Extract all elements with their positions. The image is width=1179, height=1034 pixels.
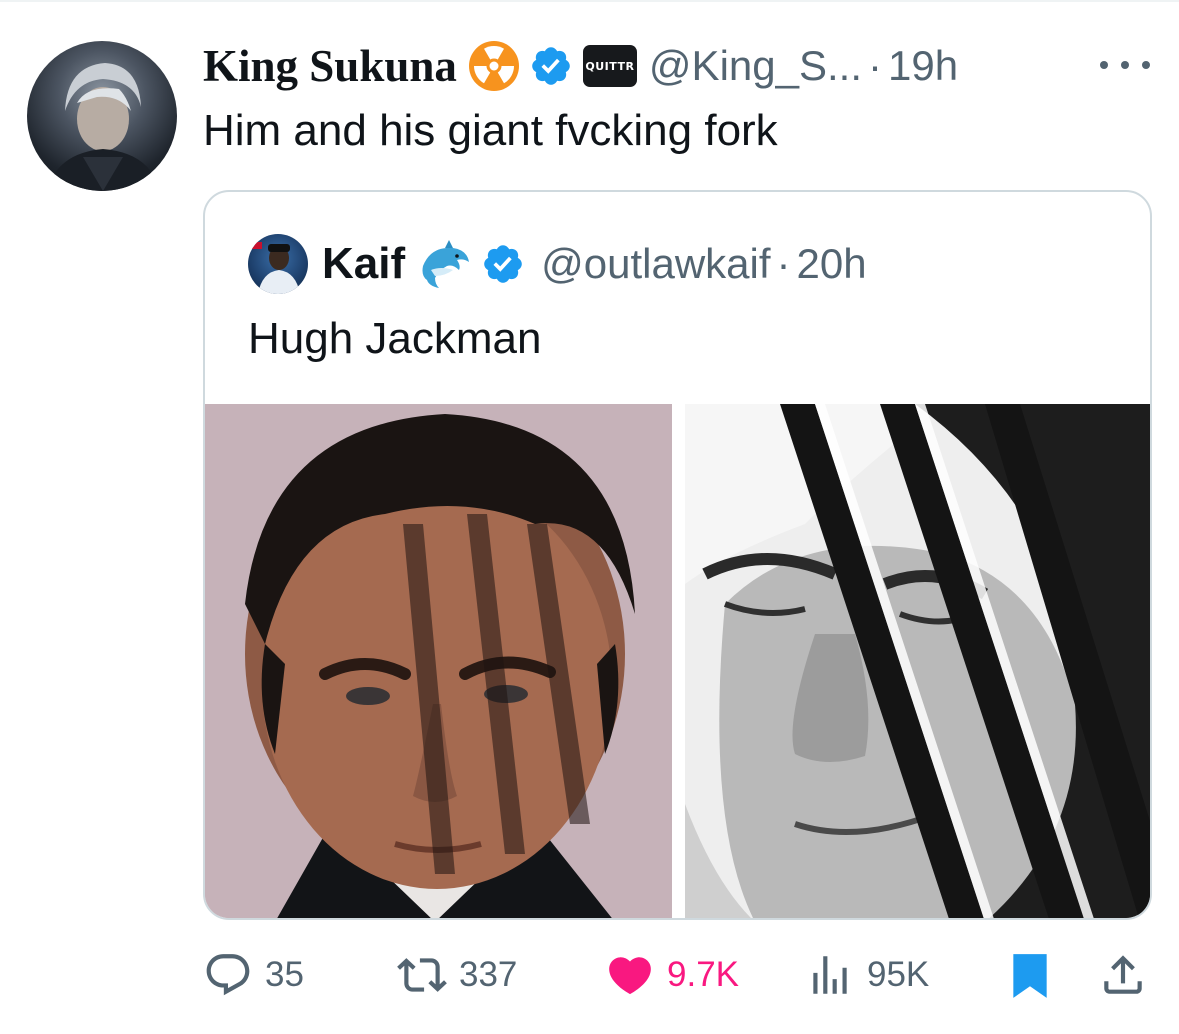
reply-count: 35 (265, 955, 304, 994)
bookmark-icon (1013, 954, 1047, 998)
views-icon (813, 956, 847, 994)
quoted-tweet[interactable]: Kaif @outlawkaif · 20h Hugh Jackman (203, 190, 1152, 920)
quoted-timestamp[interactable]: 20h (797, 240, 867, 288)
author-handle[interactable]: @King_S... (649, 42, 862, 90)
share-icon (1104, 955, 1142, 994)
reply-button[interactable]: 35 (203, 945, 304, 1005)
more-options-icon[interactable] (1100, 55, 1150, 75)
dolphin-icon (422, 240, 470, 288)
verified-badge-icon (532, 47, 570, 85)
views-count: 95K (867, 955, 930, 994)
author-avatar[interactable] (27, 41, 177, 191)
affiliate-badge[interactable]: QUITTR (582, 45, 637, 87)
separator: · (776, 240, 791, 287)
action-bar: 35 337 9.7K 95K (0, 945, 1179, 1005)
quoted-author-avatar[interactable] (248, 234, 308, 294)
quoted-author-name[interactable]: Kaif (322, 239, 405, 289)
quoted-tweet-text: Hugh Jackman (248, 314, 542, 363)
verified-badge-icon (484, 245, 522, 283)
timestamp[interactable]: 19h (888, 42, 958, 90)
like-button[interactable]: 9.7K (605, 945, 739, 1005)
reply-icon (206, 954, 250, 996)
top-divider (0, 0, 1179, 2)
author-name[interactable]: King Sukuna (203, 40, 457, 92)
quoted-author-handle[interactable]: @outlawkaif (541, 240, 770, 288)
photo-portrait-color[interactable] (205, 404, 672, 918)
retweet-icon (397, 958, 447, 992)
photo-portrait-bw[interactable] (685, 404, 1150, 918)
retweet-count: 337 (459, 955, 518, 994)
views-button[interactable]: 95K (805, 945, 929, 1005)
bookmark-button[interactable] (1008, 945, 1052, 1005)
tweet-text: Him and his giant fvcking fork (203, 106, 778, 155)
like-count: 9.7K (667, 955, 739, 994)
heart-icon (609, 957, 651, 995)
radioactive-icon (468, 41, 519, 91)
retweet-button[interactable]: 337 (397, 945, 517, 1005)
separator: · (868, 42, 882, 89)
quoted-tweet-header: Kaif @outlawkaif · 20h (248, 232, 867, 296)
tweet-header: King Sukuna QUITTR @King_S... · 19h (203, 38, 958, 94)
share-button[interactable] (1098, 945, 1148, 1005)
